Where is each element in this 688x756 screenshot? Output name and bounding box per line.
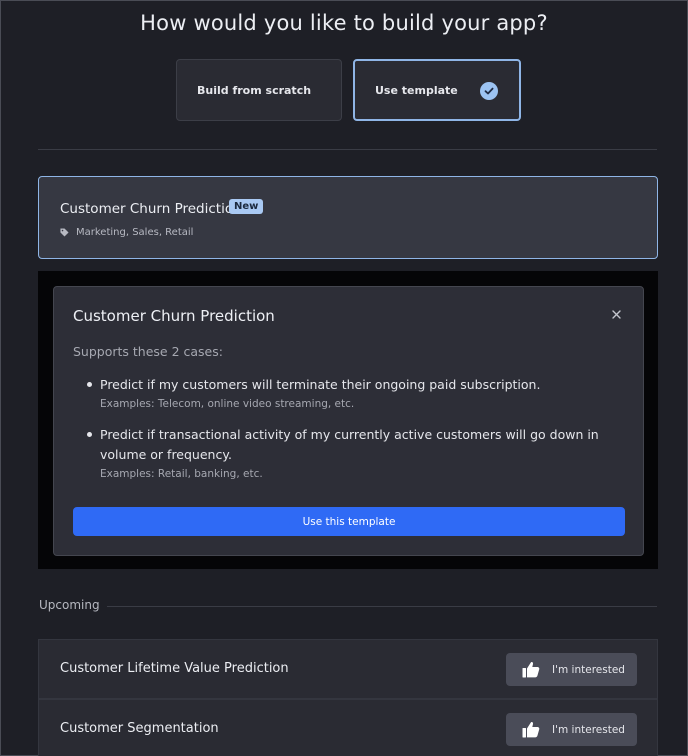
- upcoming-item: Customer Segmentation I'm interested: [38, 699, 658, 756]
- close-icon[interactable]: [610, 306, 623, 319]
- build-from-scratch-option[interactable]: Build from scratch: [176, 59, 342, 121]
- template-tags-text: Marketing, Sales, Retail: [76, 227, 194, 238]
- use-case-examples: Examples: Retail, banking, etc.: [100, 468, 263, 480]
- thumbs-up-icon: [522, 722, 540, 738]
- use-template-label: Use template: [375, 83, 458, 97]
- use-case-text: Predict if transactional activity of my …: [100, 427, 599, 462]
- use-case-text: Predict if my customers will terminate t…: [100, 377, 541, 392]
- upcoming-heading: Upcoming: [39, 598, 100, 612]
- use-case-item: Predict if transactional activity of my …: [87, 425, 630, 480]
- upcoming-item-title: Customer Lifetime Value Prediction: [60, 661, 289, 676]
- im-interested-label: I'm interested: [552, 723, 625, 736]
- upcoming-item: Customer Lifetime Value Prediction I'm i…: [38, 639, 658, 699]
- bullet: [87, 382, 92, 387]
- bullet: [87, 432, 92, 437]
- use-case-examples: Examples: Telecom, online video streamin…: [100, 398, 355, 410]
- upcoming-item-title: Customer Segmentation: [60, 721, 219, 736]
- check-circle-icon: [480, 82, 498, 100]
- template-card-title: Customer Churn Prediction: [60, 201, 242, 217]
- im-interested-label: I'm interested: [552, 663, 625, 676]
- use-case-item: Predict if my customers will terminate t…: [87, 375, 630, 410]
- thumbs-up-icon: [522, 662, 540, 678]
- upcoming-divider: [107, 606, 657, 607]
- supports-text: Supports these 2 cases:: [73, 344, 223, 359]
- template-card-churn[interactable]: Customer Churn Prediction New Marketing,…: [38, 176, 658, 259]
- section-divider: [38, 149, 657, 150]
- use-template-option[interactable]: Use template: [353, 59, 521, 121]
- modal-title: Customer Churn Prediction: [73, 307, 275, 325]
- app-builder-page: How would you like to build your app? Bu…: [0, 0, 688, 756]
- use-this-template-button[interactable]: Use this template: [73, 507, 625, 536]
- tag-icon: [60, 228, 69, 237]
- template-detail-modal: Customer Churn Prediction Supports these…: [53, 286, 644, 556]
- template-tags: Marketing, Sales, Retail: [60, 227, 193, 238]
- page-title: How would you like to build your app?: [140, 11, 548, 35]
- build-from-scratch-label: Build from scratch: [197, 83, 312, 97]
- im-interested-button[interactable]: I'm interested: [506, 713, 637, 746]
- new-badge: New: [229, 199, 264, 214]
- im-interested-button[interactable]: I'm interested: [506, 653, 637, 686]
